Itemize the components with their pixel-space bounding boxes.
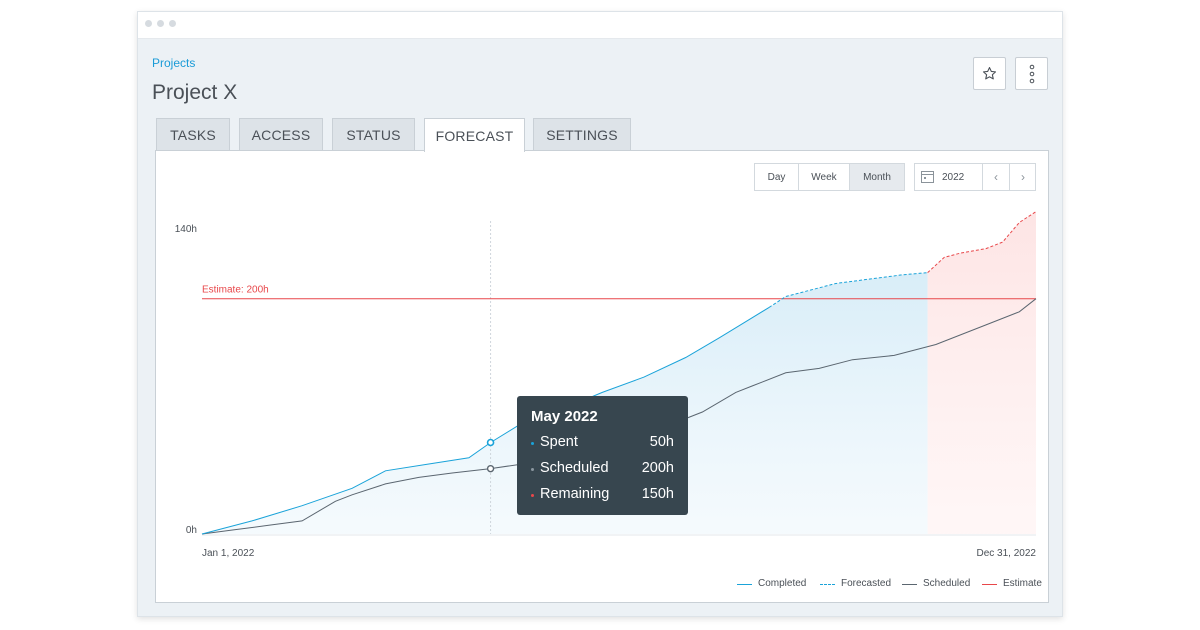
bullet-icon bbox=[531, 468, 534, 471]
tab-settings[interactable]: SETTINGS bbox=[533, 118, 631, 150]
chart-legend: Completed Forecasted Scheduled Estimate bbox=[725, 578, 1042, 592]
chart-tooltip: May 2022 Spent 50h Scheduled 200h Remain… bbox=[517, 396, 688, 515]
tab-status[interactable]: STATUS bbox=[332, 118, 415, 150]
tooltip-label: Spent bbox=[540, 434, 578, 450]
window-dot-icon bbox=[169, 20, 176, 27]
breadcrumb[interactable]: Projects bbox=[152, 56, 195, 70]
bullet-icon bbox=[531, 494, 534, 497]
forecast-panel: Day Week Month 2022 ‹ › 140h 0h Estimate… bbox=[155, 150, 1049, 603]
legend-swatch bbox=[820, 584, 835, 585]
favorite-button[interactable] bbox=[973, 57, 1006, 90]
legend-swatch bbox=[737, 584, 752, 585]
tooltip-row-spent: Spent 50h bbox=[531, 434, 674, 454]
tooltip-value: 150h bbox=[641, 486, 674, 502]
overrun-area-fill bbox=[927, 211, 1036, 534]
tab-forecast[interactable]: FORECAST bbox=[424, 118, 525, 152]
bullet-icon bbox=[531, 442, 534, 445]
more-options-button[interactable] bbox=[1015, 57, 1048, 90]
legend-label: Completed bbox=[758, 578, 807, 589]
y-tick-label: 140h bbox=[175, 224, 197, 235]
tooltip-row-remaining: Remaining 150h bbox=[531, 486, 674, 506]
x-tick-label: Jan 1, 2022 bbox=[202, 548, 255, 559]
tab-tasks[interactable]: TASKS bbox=[156, 118, 230, 150]
app-window: Projects Project X TASKS ACCESS STATUS F… bbox=[137, 11, 1063, 617]
window-dot-icon bbox=[157, 20, 164, 27]
legend-label: Estimate bbox=[1003, 578, 1042, 589]
legend-swatch bbox=[982, 584, 997, 585]
x-tick-label: Dec 31, 2022 bbox=[977, 548, 1037, 559]
legend-label: Forecasted bbox=[841, 578, 892, 589]
tooltip-label: Remaining bbox=[540, 486, 610, 502]
window-dot-icon bbox=[145, 20, 152, 27]
tooltip-title: May 2022 bbox=[531, 408, 598, 425]
scheduled-hover-marker bbox=[486, 464, 495, 473]
legend-label: Scheduled bbox=[923, 578, 971, 589]
estimate-label: Estimate: 200h bbox=[202, 285, 269, 296]
window-titlebar bbox=[138, 12, 1062, 39]
vertical-dots-icon bbox=[1029, 64, 1034, 83]
star-icon bbox=[982, 67, 997, 80]
legend-swatch bbox=[902, 584, 917, 585]
tooltip-row-scheduled: Scheduled 200h bbox=[531, 460, 674, 480]
page-title: Project X bbox=[152, 81, 238, 104]
tab-access[interactable]: ACCESS bbox=[239, 118, 323, 150]
tooltip-value: 200h bbox=[641, 460, 674, 476]
tooltip-value: 50h bbox=[649, 434, 674, 450]
completed-hover-marker bbox=[486, 438, 495, 447]
y-tick-label: 0h bbox=[186, 525, 197, 536]
tooltip-label: Scheduled bbox=[540, 460, 609, 476]
